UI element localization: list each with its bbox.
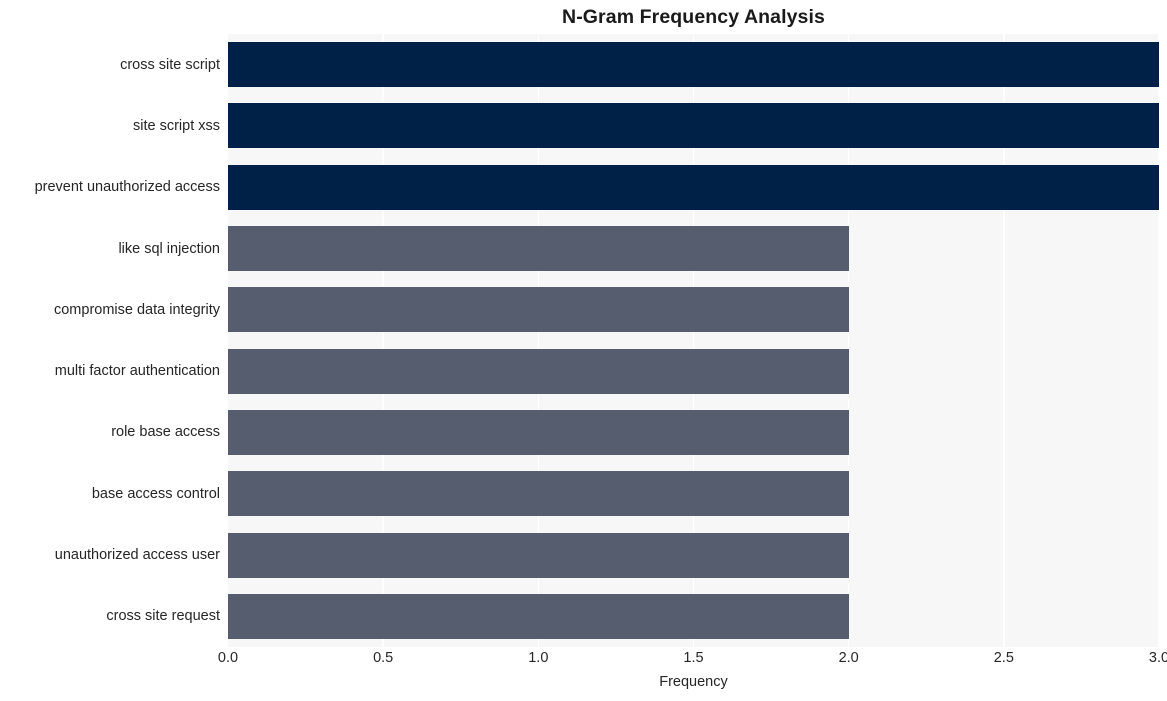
x-axis-tick-label: 2.5 — [993, 650, 1014, 666]
y-axis-tick-label: unauthorized access user — [54, 547, 220, 564]
bar — [228, 348, 849, 394]
plot-area — [228, 34, 1159, 647]
chart-title: N-Gram Frequency Analysis — [562, 6, 825, 28]
x-axis-tick-label: 0.5 — [373, 650, 394, 666]
y-axis-tick-label: cross site script — [120, 56, 220, 73]
y-axis-tick-label: prevent unauthorized access — [34, 179, 220, 196]
bar — [228, 42, 1159, 88]
x-axis-tick-label: 2.0 — [838, 650, 859, 666]
y-axis-tick-label: site script xss — [132, 117, 220, 134]
y-axis-tick-label: cross site request — [106, 608, 220, 625]
bar — [228, 409, 849, 455]
x-axis-title: Frequency — [659, 674, 728, 690]
y-axis-tick-label: like sql injection — [118, 240, 220, 257]
chart-figure: N-Gram Frequency Analysis cross site scr… — [0, 0, 1167, 701]
y-axis-tick-labels: cross site script site script xss prevent … — [0, 34, 220, 647]
bar — [228, 164, 1159, 210]
bar-series — [228, 34, 1159, 647]
x-axis-tick-label: 1.0 — [528, 650, 549, 666]
bar — [228, 532, 849, 578]
x-axis-tick-label: 3.0 — [1148, 650, 1167, 666]
bar — [228, 593, 849, 639]
x-axis-tick-label: 0.0 — [217, 650, 239, 666]
bar — [228, 471, 849, 517]
bar — [228, 226, 849, 272]
x-axis-tick-labels: 0.0 0.5 1.0 1.5 2.0 2.5 3.0 — [218, 650, 1167, 672]
bar — [228, 287, 849, 333]
x-axis-tick-label: 1.5 — [683, 650, 704, 666]
y-axis-tick-label: multi factor authentication — [54, 363, 220, 380]
y-axis-tick-label: base access control — [91, 485, 220, 502]
y-axis-tick-label: compromise data integrity — [53, 301, 220, 318]
y-axis-tick-label: role base access — [111, 424, 220, 441]
bar — [228, 103, 1159, 149]
